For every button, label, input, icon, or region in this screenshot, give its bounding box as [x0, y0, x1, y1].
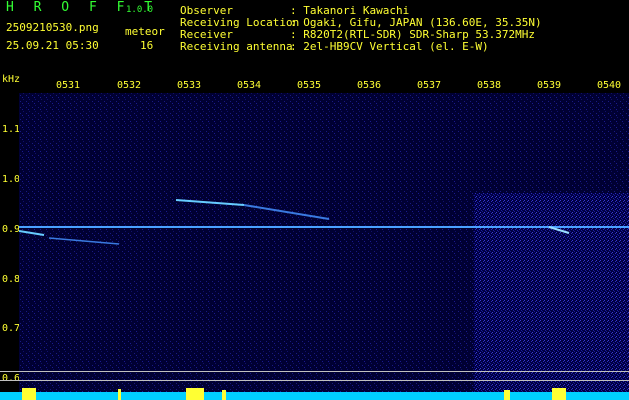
baseline — [0, 380, 629, 381]
meteor-marker — [22, 388, 36, 400]
meteor-marker — [186, 388, 204, 400]
activity-strip — [0, 388, 629, 400]
meteor-label: meteor — [125, 25, 165, 38]
meteor-marker — [118, 389, 121, 400]
axis-unit: kHz — [2, 74, 21, 85]
time-tick: 0540 — [597, 80, 622, 91]
time-tick: 0535 — [297, 80, 322, 91]
meteor-marker — [552, 388, 566, 400]
meteor-marker — [222, 390, 226, 400]
file-name: 2509210530.png — [6, 21, 99, 34]
time-tick: 0534 — [237, 80, 262, 91]
time-tick: 0533 — [177, 80, 202, 91]
file-datetime: 25.09.21 05:30 — [6, 39, 99, 52]
app-version: 1.0.0 — [126, 5, 154, 15]
time-tick: 0538 — [477, 80, 502, 91]
spectrogram-plot — [19, 93, 629, 393]
baseline — [0, 371, 629, 372]
time-tick: 0531 — [56, 80, 81, 91]
antenna-value: : 2el-HB9CV Vertical (el. E-W) — [290, 40, 489, 53]
freq-tick: 0.9 — [2, 224, 21, 235]
meteor-count: 16 — [140, 39, 154, 52]
noise-patch — [474, 193, 629, 393]
freq-tick: 1.1 — [2, 124, 21, 135]
spectrogram-canvas — [19, 93, 629, 393]
time-tick: 0539 — [537, 80, 562, 91]
freq-tick: 1.0 — [2, 174, 21, 185]
freq-tick: 0.8 — [2, 274, 21, 285]
header-panel: H R O F F T 1.0.0 2509210530.png 25.09.2… — [0, 0, 629, 80]
freq-tick: 0.7 — [2, 323, 21, 334]
meteor-marker — [504, 390, 510, 400]
time-tick: 0532 — [117, 80, 142, 91]
activity-level — [0, 392, 629, 400]
time-tick: 0537 — [417, 80, 442, 91]
freq-tick: 0.6 — [2, 373, 21, 384]
time-tick: 0536 — [357, 80, 382, 91]
antenna-label: Receiving antenna — [180, 40, 293, 53]
